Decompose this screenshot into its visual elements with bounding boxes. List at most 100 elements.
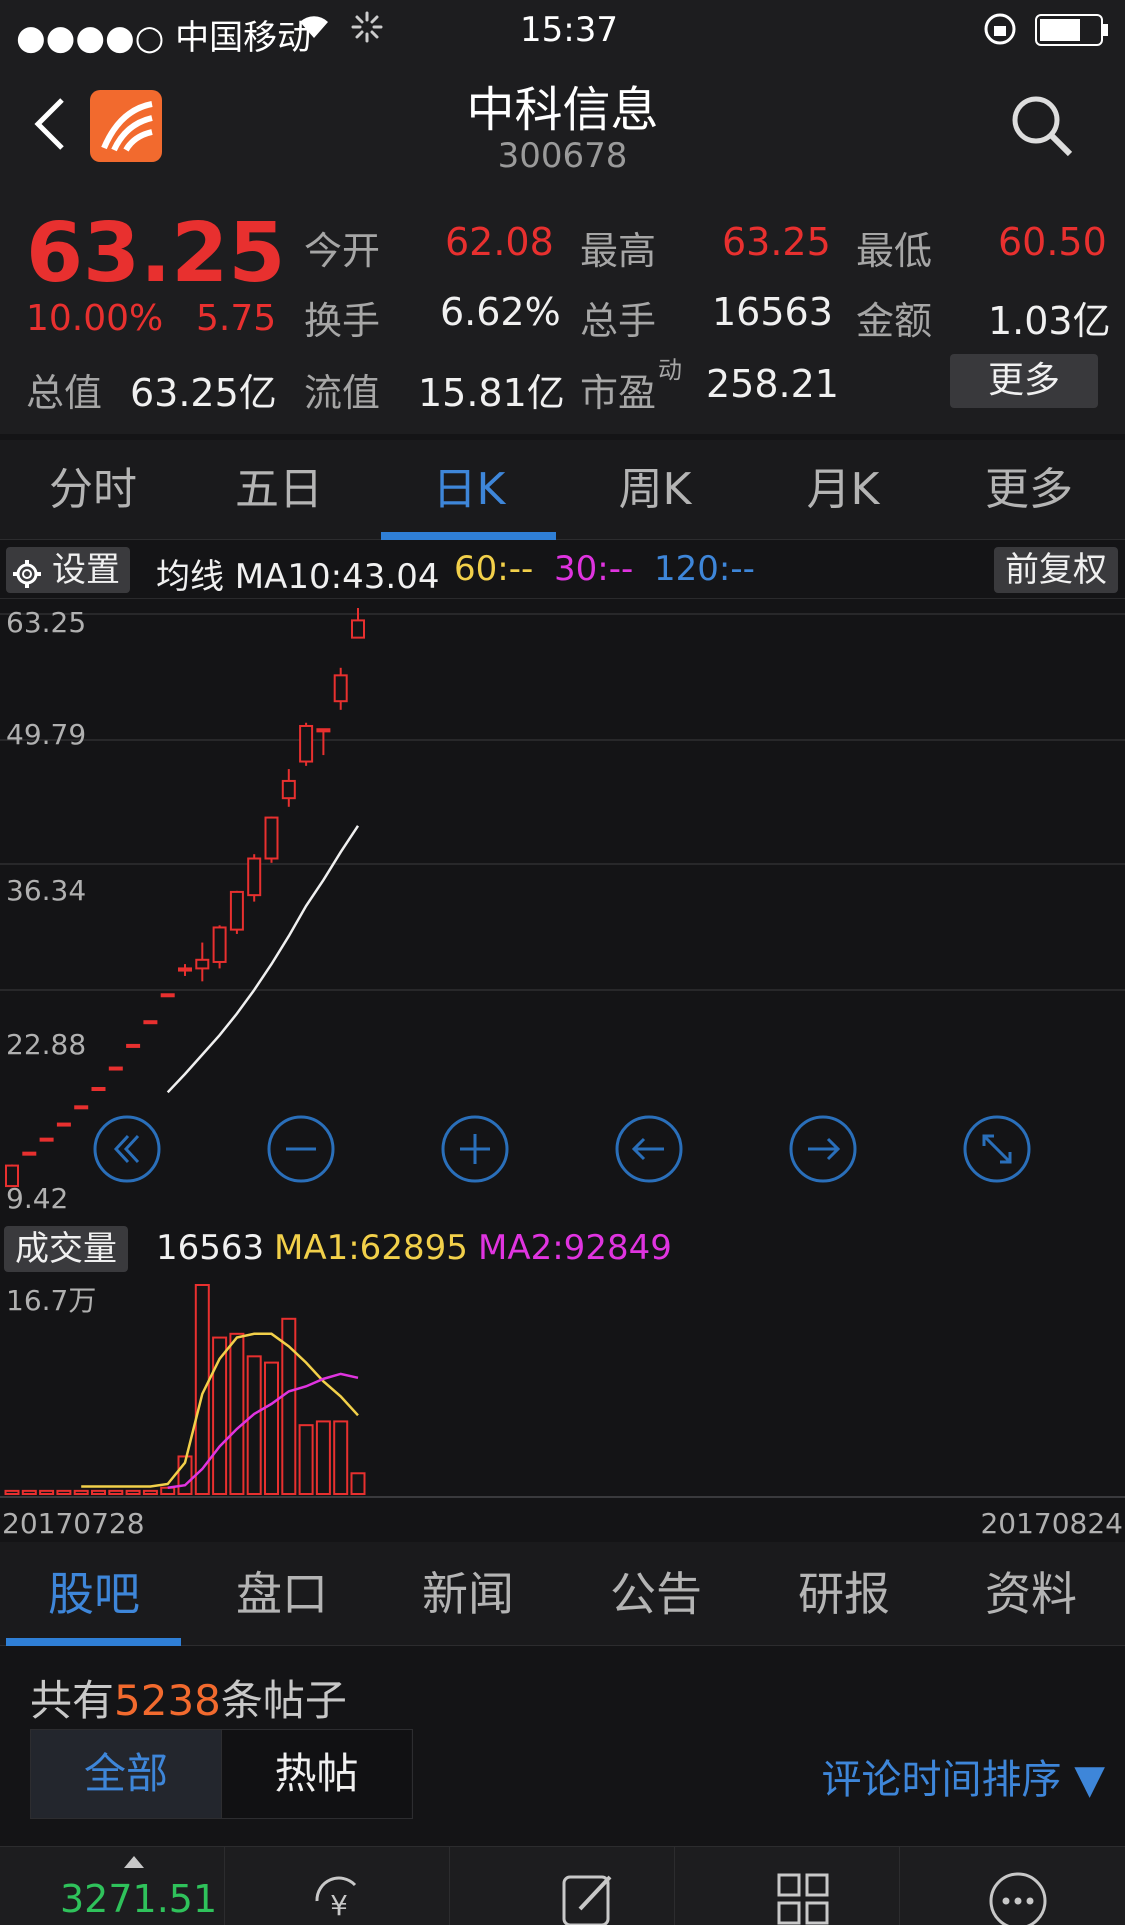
post-count-suffix: 条帖子 (220, 1676, 347, 1725)
amount-value: 1.03亿 (988, 299, 1111, 343)
volume-label: 总手 (580, 299, 657, 343)
open-value: 62.08 (445, 220, 554, 264)
open-label: 今开 (304, 229, 381, 273)
candle-body (126, 1043, 141, 1048)
settings-button[interactable]: 设置 (6, 547, 130, 593)
arrow-right-icon[interactable] (788, 1114, 858, 1188)
wifi-icon (296, 8, 332, 51)
volume-bar (350, 1472, 366, 1495)
clock: 15:37 (520, 10, 618, 50)
fullscreen-icon[interactable] (962, 1114, 1032, 1188)
tab-profile[interactable]: 资料 (937, 1542, 1125, 1646)
candle-body (281, 779, 296, 800)
start-date-label: 20170728 (2, 1507, 145, 1540)
volume-bar (229, 1332, 245, 1496)
tab-monthly-k[interactable]: 月K (750, 440, 936, 540)
candlestick-chart[interactable]: 63.25 49.79 36.34 22.88 9.42 (0, 600, 1125, 1218)
nav-menu[interactable] (675, 1847, 900, 1925)
nav-trade[interactable]: ¥ (225, 1847, 450, 1925)
amount-label: 金额 (856, 299, 933, 343)
tab-intraday[interactable]: 分时 (0, 440, 186, 540)
volume-bar (39, 1489, 55, 1496)
candle-body (351, 619, 365, 639)
settings-label: 设置 (52, 550, 120, 590)
forum-section: 共有5238条帖子 全部 热帖 评论时间排序 ▼ (0, 1647, 1125, 1837)
candle-body (56, 1122, 71, 1127)
change-amount: 5.75 (196, 298, 277, 339)
adjust-button[interactable]: 前复权 (994, 547, 1118, 593)
volume-indicator-bar: 成交量 16563 MA1:62895 MA2:92849 (0, 1220, 1125, 1276)
tab-announcements[interactable]: 公告 (562, 1542, 750, 1646)
pe-dynamic-mark: 动 (658, 356, 682, 384)
ma-indicator-bar: 设置 均线 MA10:43.04 60:-- 30:-- 120:-- 前复权 (0, 541, 1125, 599)
sort-button[interactable]: 评论时间排序 ▼ (822, 1747, 1105, 1805)
carrier-label: ●●●●○ 中国移动 (16, 18, 312, 58)
stock-name: 中科信息 (466, 82, 659, 138)
rotation-lock-icon (983, 12, 1017, 55)
ma30-label: 30:-- (554, 549, 634, 589)
post-count-prefix: 共有 (30, 1676, 115, 1725)
bottom-nav: 3271.51 ¥ (0, 1846, 1125, 1925)
market-cap-value: 63.25亿 (130, 371, 277, 415)
quote-panel: 63.25 10.00% 5.75 今开 62.08 最高 63.25 最低 6… (0, 202, 1125, 434)
ma60-label: 60:-- (454, 549, 534, 589)
grid-icon (775, 1871, 831, 1925)
more-quote-button[interactable]: 更多 (950, 354, 1098, 408)
price-axis-label: 22.88 (6, 1028, 87, 1061)
arrow-left-icon[interactable] (614, 1114, 684, 1188)
tab-weekly-k[interactable]: 周K (562, 440, 748, 540)
price-axis-label: 36.34 (6, 874, 87, 907)
tab-five-day[interactable]: 五日 (186, 440, 372, 540)
float-cap-value: 15.81亿 (418, 371, 565, 415)
volume-title-button[interactable]: 成交量 (4, 1226, 128, 1272)
volume-bar (246, 1355, 262, 1495)
rewind-icon[interactable] (92, 1114, 162, 1188)
zoom-out-icon[interactable] (266, 1114, 336, 1188)
zoom-in-icon[interactable] (440, 1114, 510, 1188)
price-axis-label: 9.42 (6, 1182, 69, 1215)
volume-bar (264, 1361, 279, 1495)
candle-body (108, 1066, 123, 1071)
volume-chart[interactable]: 16.7万 20170728 20170824 (0, 1277, 1125, 1540)
market-cap-label: 总值 (26, 371, 103, 415)
tab-news[interactable]: 新闻 (374, 1542, 562, 1646)
candle-body (195, 958, 210, 970)
post-filter-tabs: 全部 热帖 (30, 1729, 413, 1819)
candle-body (39, 1137, 54, 1142)
info-tabs: 股吧 盘口 新闻 公告 研报 资料 (0, 1542, 1125, 1646)
nav-more[interactable] (900, 1847, 1125, 1925)
tab-order-book[interactable]: 盘口 (188, 1542, 376, 1646)
more-dots-icon (988, 1871, 1048, 1925)
last-price: 63.25 (26, 206, 286, 301)
candle-body (229, 890, 244, 931)
filter-hot[interactable]: 热帖 (221, 1730, 411, 1818)
candle-body (91, 1087, 106, 1092)
gear-icon (12, 555, 42, 601)
low-label: 最低 (856, 229, 933, 273)
yuan-refresh-icon: ¥ (309, 1871, 369, 1925)
turnover-value: 6.62% (440, 290, 561, 334)
search-icon[interactable] (1008, 92, 1074, 162)
candle-body (333, 674, 348, 703)
volume-bar (56, 1489, 72, 1496)
tab-more[interactable]: 更多 (936, 440, 1122, 540)
volume-value: 16563 (712, 290, 833, 334)
ma120-label: 120:-- (654, 549, 755, 589)
stock-code: 300678 (497, 136, 628, 176)
post-count: 共有5238条帖子 (30, 1667, 347, 1728)
header: 中科信息 300678 (0, 62, 1125, 202)
candle-body (22, 1151, 37, 1156)
battery-icon (1035, 14, 1109, 55)
loading-icon (350, 10, 384, 53)
volume-bar (315, 1420, 331, 1495)
nav-post[interactable] (450, 1847, 675, 1925)
candle-body (143, 1020, 158, 1025)
filter-all[interactable]: 全部 (31, 1730, 221, 1818)
nav-index[interactable]: 3271.51 (0, 1847, 225, 1925)
tab-forum[interactable]: 股吧 (0, 1542, 188, 1646)
price-axis-label: 63.25 (6, 606, 87, 639)
end-date-label: 20170824 (980, 1507, 1123, 1540)
tab-research[interactable]: 研报 (750, 1542, 938, 1646)
tab-daily-k[interactable]: 日K (376, 440, 562, 540)
high-value: 63.25 (722, 220, 831, 264)
